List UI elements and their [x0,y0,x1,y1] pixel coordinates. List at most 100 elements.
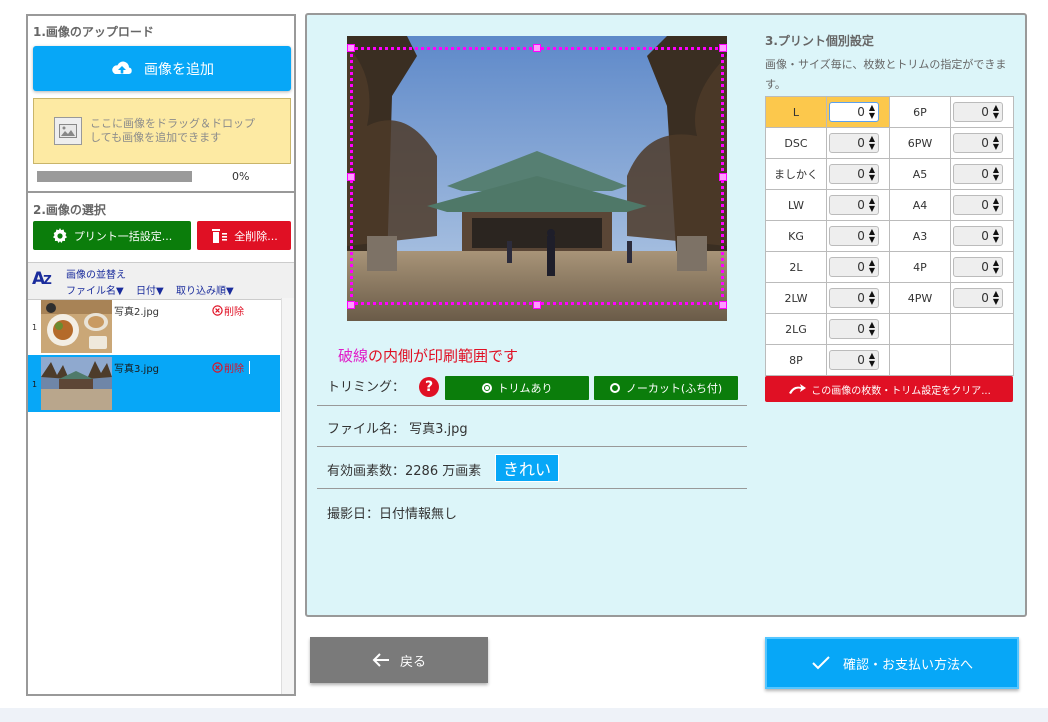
file-item[interactable]: 1 写真2.jpg 削除 [28,298,280,355]
stepper-arrows-icon[interactable]: ▲ ▼ [869,135,875,151]
confirm-payment-button[interactable]: 確認・お支払い方法へ [765,637,1019,689]
stepper-arrows-icon[interactable]: ▲ ▼ [869,166,875,182]
back-button[interactable]: 戻る [310,637,488,683]
quantity-stepper[interactable]: 0 ▲ ▼ [829,195,879,215]
trim-handle-top-left[interactable] [347,44,355,52]
trim-on-label: トリムあり [497,382,553,395]
quantity-stepper[interactable]: 0 ▲ ▼ [829,350,879,370]
file-name-info-value: 写真3.jpg [409,422,468,437]
close-circle-icon [212,305,223,316]
capture-date-info: 撮影日：日付情報無し [327,503,457,522]
print-size-label: ましかく [765,158,827,190]
add-image-button[interactable]: 画像を追加 [33,46,291,91]
sort-by-import-order[interactable]: 取り込み順▼ [176,282,234,297]
file-list-scrollbar[interactable] [281,298,294,694]
stepper-arrows-icon[interactable]: ▲ ▼ [993,197,999,213]
delete-all-button[interactable]: 全削除... [197,221,291,250]
photo-preview[interactable] [347,36,727,321]
confirm-payment-label: 確認・お支払い方法へ [842,657,973,673]
quantity-value: 0 [857,260,865,274]
add-image-label: 画像を追加 [144,61,214,78]
stepper-arrows-icon[interactable]: ▲ ▼ [993,290,999,306]
print-size-row: 8P 0 ▲ ▼ [765,344,1014,376]
file-delete-link[interactable]: 削除 [212,303,244,318]
quantity-value: 0 [981,105,989,119]
quantity-stepper[interactable]: 0 ▲ ▼ [953,195,1003,215]
print-size-label: 2LW [765,282,827,314]
quantity-stepper[interactable]: 0 ▲ ▼ [829,257,879,277]
no-cut-radio[interactable]: ノーカット(ふち付) [594,376,738,400]
sort-label: 画像の並替え [66,270,126,281]
image-icon [54,117,82,145]
cloud-upload-icon [110,60,134,78]
select-section-title: 2.画像の選択 [33,203,106,217]
preview-panel: 破線の内側が印刷範囲です トリミング： ? トリムあり ノーカット(ふち付) フ… [305,13,1027,617]
print-size-input-cell: 0 ▲ ▼ [826,282,890,314]
upload-progress-text: 0% [232,170,250,183]
stepper-arrows-icon[interactable]: ▲ ▼ [869,228,875,244]
print-size-label: 8P [765,344,827,376]
stepper-arrows-icon[interactable]: ▲ ▼ [993,135,999,151]
file-delete-link[interactable]: 削除 [212,360,244,375]
info-divider [317,405,747,406]
sort-by-filename[interactable]: ファイル名▼ [66,282,124,297]
sort-by-date[interactable]: 日付▼ [136,282,164,297]
stepper-arrows-icon[interactable]: ▲ ▼ [993,166,999,182]
trim-handle-bottom[interactable] [533,301,541,309]
stepper-arrows-icon[interactable]: ▲ ▼ [869,352,875,368]
file-thumbnail [41,357,112,410]
trim-handle-left[interactable] [347,173,355,181]
quantity-stepper[interactable]: 0 ▲ ▼ [953,102,1003,122]
print-settings-title: 3.プリント個別設定 [765,34,874,48]
quantity-stepper[interactable]: 0 ▲ ▼ [953,164,1003,184]
quantity-stepper[interactable]: 0 ▲ ▼ [953,288,1003,308]
print-settings-desc: 画像・サイズ毎に、枚数とトリムの指定ができます。 [765,58,1007,91]
stepper-arrows-icon[interactable]: ▲ ▼ [869,197,875,213]
quantity-value: 0 [857,229,865,243]
info-divider [317,446,747,447]
quantity-value: 0 [981,167,989,181]
help-icon[interactable]: ? [419,377,439,397]
checkmark-icon [811,655,831,671]
file-copy-count: 1 [32,323,38,332]
trim-handle-bottom-left[interactable] [347,301,355,309]
print-size-table: L 0 ▲ ▼ 6P 0 ▲ ▼ DSC 0 ▲ ▼ 6PW 0 ▲ ▼ ましかく 0 ▲ ▼ A5 0 ▲ ▼ LW 0 ▲ ▼ A4… [765,96,1014,376]
quantity-stepper[interactable]: 0 ▲ ▼ [829,226,879,246]
print-size-input-cell: 0 ▲ ▼ [950,282,1014,314]
print-size-label: A4 [889,189,951,221]
print-size-label: 2LG [765,313,827,345]
file-name-info-label: ファイル名： [327,422,406,437]
trim-handle-top[interactable] [533,44,541,52]
quantity-stepper[interactable]: 0 ▲ ▼ [829,319,879,339]
stepper-arrows-icon[interactable]: ▲ ▼ [869,290,875,306]
quantity-stepper[interactable]: 0 ▲ ▼ [953,133,1003,153]
drop-zone[interactable]: ここに画像をドラッグ＆ドロップ しても画像を追加できます [33,98,291,164]
print-size-label [889,313,951,345]
clear-settings-label: この画像の枚数・トリム設定をクリア... [811,385,991,397]
trash-icon [210,228,228,244]
drop-line-1: ここに画像をドラッグ＆ドロップ [90,117,255,130]
quantity-stepper[interactable]: 0 ▲ ▼ [953,226,1003,246]
quantity-value: 0 [857,105,865,119]
trim-on-radio[interactable]: トリムあり [445,376,589,400]
stepper-arrows-icon[interactable]: ▲ ▼ [869,259,875,275]
quantity-stepper[interactable]: 0 ▲ ▼ [829,164,879,184]
stepper-arrows-icon[interactable]: ▲ ▼ [869,321,875,337]
trim-area-outline[interactable] [350,47,724,305]
trim-handle-right[interactable] [719,173,727,181]
quantity-stepper[interactable]: 0 ▲ ▼ [829,133,879,153]
trim-handle-bottom-right[interactable] [719,301,727,309]
trim-handle-top-right[interactable] [719,44,727,52]
stepper-arrows-icon[interactable]: ▲ ▼ [869,104,875,120]
print-settings-button[interactable]: プリント一括設定... [33,221,191,250]
clear-settings-button[interactable]: この画像の枚数・トリム設定をクリア... [765,376,1013,402]
stepper-arrows-icon[interactable]: ▲ ▼ [993,228,999,244]
note-rest: の内側が印刷範囲です [368,347,519,365]
print-size-label: DSC [765,127,827,159]
quantity-stepper[interactable]: 0 ▲ ▼ [829,102,879,122]
quantity-stepper[interactable]: 0 ▲ ▼ [829,288,879,308]
stepper-arrows-icon[interactable]: ▲ ▼ [993,259,999,275]
file-item-selected[interactable]: 1 写真3.jpg 削除 [28,355,280,412]
stepper-arrows-icon[interactable]: ▲ ▼ [993,104,999,120]
quantity-stepper[interactable]: 0 ▲ ▼ [953,257,1003,277]
